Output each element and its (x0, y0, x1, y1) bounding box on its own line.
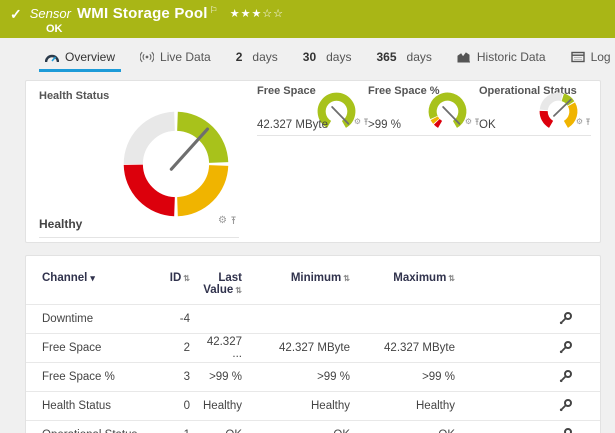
channels-table-panel: Channel ▾ ID ⇅ Last Value ⇅ Minimum ⇅ Maximu… (25, 255, 601, 433)
edit-channel-icon[interactable] (559, 427, 573, 433)
free-space-pct-gauge-block: Free Space % >99 % ⚙ (368, 83, 480, 136)
tab-number: 30 (302, 50, 317, 64)
channel-maximum (354, 304, 459, 334)
table-row: Health Status 0 Healthy Healthy Healthy (26, 391, 600, 421)
gauge-settings-gear-icon[interactable]: ⚙ (465, 118, 472, 126)
channel-minimum: 42.327 MByte (246, 333, 354, 363)
tab-label: Historic Data (476, 50, 546, 64)
gauge-settings-gear-icon[interactable]: ⚙ (576, 118, 583, 126)
pin-icon[interactable] (230, 212, 237, 230)
channel-name: Free Space % (26, 362, 146, 392)
column-header-minimum[interactable]: Minimum ⇅ (246, 272, 354, 305)
health-status-gauge[interactable] (115, 103, 237, 225)
edit-channel-icon[interactable] (559, 369, 573, 383)
bar-chart-icon (457, 51, 471, 63)
tab-live-data[interactable]: Live Data (139, 42, 211, 72)
tab-label: days (406, 50, 432, 64)
dropdown-arrow-icon: ▾ (90, 273, 95, 283)
channels-table: Channel ▾ ID ⇅ Last Value ⇅ Minimum ⇅ Maximu… (26, 272, 600, 433)
tab-365-days[interactable]: 365 days (376, 42, 431, 72)
sensor-status-text: OK (46, 23, 63, 35)
tab-label: Live Data (160, 50, 211, 64)
channel-id: -4 (146, 304, 194, 334)
table-row: Operational Status 1 OK OK OK (26, 420, 600, 433)
channel-maximum: 42.327 MByte (354, 333, 459, 363)
edit-channel-icon[interactable] (559, 398, 573, 412)
channel-last-value: 42.327 ... (194, 333, 246, 363)
tab-label: days (252, 50, 278, 64)
gauge-title: Free Space (257, 85, 316, 97)
tab-number: 365 (376, 50, 397, 64)
channel-id: 1 (146, 420, 194, 433)
tab-label: Overview (65, 50, 116, 64)
tab-label: days (326, 50, 352, 64)
tab-bar: Overview Live Data 2 days 30 days 365 da… (0, 42, 615, 72)
gauge-settings-gear-icon[interactable]: ⚙ (218, 216, 227, 226)
overview-gauges-panel: Health Status Healthy ⚙ Free Space 42.32… (25, 80, 601, 243)
channel-name: Health Status (26, 391, 146, 421)
tab-overview[interactable]: Overview (38, 42, 122, 72)
gauge-value: >99 % (368, 119, 401, 131)
tab-log[interactable]: Log (570, 42, 611, 72)
edit-channel-icon[interactable] (559, 311, 573, 325)
tab-number: 2 (235, 50, 243, 64)
channel-last-value: >99 % (194, 362, 246, 392)
gauge-title: Health Status (39, 90, 110, 102)
gauge-value: 42.327 MByte (257, 119, 328, 131)
table-row: Free Space % 3 >99 % >99 % >99 % (26, 362, 600, 392)
tab-historic-data[interactable]: Historic Data (457, 42, 546, 72)
channel-last-value: OK (194, 420, 246, 433)
channel-id: 0 (146, 391, 194, 421)
free-space-gauge-block: Free Space 42.327 MByte ⚙ (257, 83, 369, 136)
broadcast-icon (139, 51, 155, 63)
health-status-gauge-block: Health Status Healthy ⚙ (39, 87, 239, 238)
channel-maximum: OK (354, 420, 459, 433)
sensor-kicker: Sensor (29, 6, 71, 21)
tab-label: Log (590, 50, 611, 64)
sort-icon: ⇅ (448, 274, 455, 283)
column-header-channel[interactable]: Channel ▾ (26, 272, 146, 305)
operational-status-gauge-block: Operational Status OK ⚙ (479, 83, 591, 136)
gauge-settings-gear-icon[interactable]: ⚙ (354, 118, 361, 126)
status-ok-check-icon: ✓ (10, 6, 22, 22)
column-header-id[interactable]: ID ⇅ (146, 272, 194, 305)
channel-maximum: Healthy (354, 391, 459, 421)
channel-minimum: OK (246, 420, 354, 433)
channel-name: Operational Status (26, 420, 146, 433)
channel-minimum: Healthy (246, 391, 354, 421)
channel-id: 2 (146, 333, 194, 363)
flag-icon[interactable]: ⚐ (210, 5, 218, 16)
channel-last-value (194, 304, 246, 334)
sort-icon: ⇅ (343, 274, 350, 283)
table-row: Free Space 2 42.327 ... 42.327 MByte 42.… (26, 333, 600, 363)
column-header-last-value[interactable]: Last Value ⇅ (194, 272, 246, 305)
channel-last-value: Healthy (194, 391, 246, 421)
table-row: Downtime -4 (26, 304, 600, 334)
tab-2-days[interactable]: 2 days (236, 42, 278, 72)
gauge-value: Healthy (39, 217, 83, 231)
channel-name: Free Space (26, 333, 146, 363)
gauge-icon (44, 51, 60, 63)
channel-id: 3 (146, 362, 194, 392)
sort-icon: ⇅ (235, 286, 242, 295)
table-header-row: Channel ▾ ID ⇅ Last Value ⇅ Minimum ⇅ Maximu… (26, 272, 600, 305)
column-header-maximum[interactable]: Maximum ⇅ (354, 272, 459, 305)
channel-maximum: >99 % (354, 362, 459, 392)
tab-30-days[interactable]: 30 days (303, 42, 352, 72)
channel-name: Downtime (26, 304, 146, 334)
channel-minimum: >99 % (246, 362, 354, 392)
priority-stars[interactable]: ★★★☆☆ (230, 7, 284, 20)
gauge-value: OK (479, 119, 496, 131)
edit-channel-icon[interactable] (559, 340, 573, 354)
page-title: WMI Storage Pool (76, 5, 208, 22)
log-icon (570, 51, 585, 63)
operational-status-gauge[interactable] (536, 89, 581, 134)
channel-minimum (246, 304, 354, 334)
free-space-pct-gauge[interactable] (425, 89, 470, 134)
sort-icon: ⇅ (183, 274, 190, 283)
pin-icon[interactable] (585, 113, 591, 131)
sensor-header: ✓ Sensor WMI Storage Pool ⚐ ★★★☆☆ OK (0, 0, 615, 38)
